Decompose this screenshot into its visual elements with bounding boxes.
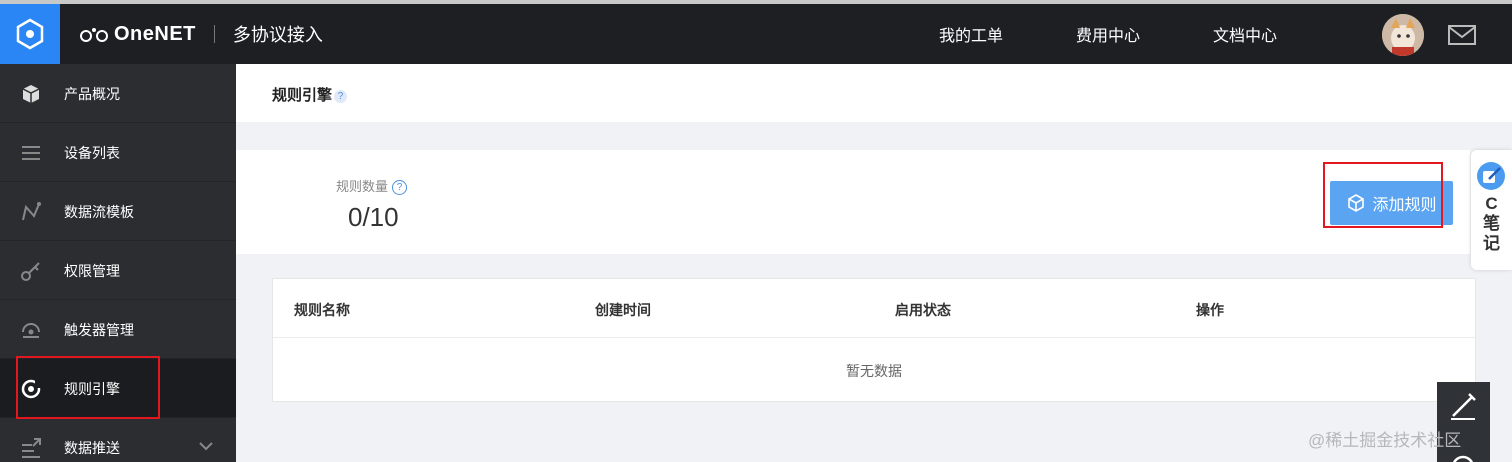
- sidebar-item-label: 产品概况: [64, 86, 120, 102]
- sidebar-item-device-list[interactable]: 设备列表: [0, 123, 236, 182]
- rule-count-label: 规则数量?: [336, 176, 408, 196]
- sidebar-item-label: 设备列表: [64, 145, 120, 161]
- help-icon[interactable]: ?: [392, 180, 408, 196]
- nav-my-tickets[interactable]: 我的工单: [939, 4, 1003, 64]
- product-name: 多协议接入: [232, 25, 323, 45]
- page-header: 规则引擎?: [236, 64, 1512, 122]
- rules-table: 规则名称 创建时间 启用状态 操作 暂无数据: [272, 278, 1476, 402]
- hexagon-logo-icon: [16, 18, 44, 50]
- watermark: @稀土掘金技术社区: [1308, 431, 1462, 450]
- stream-icon: [22, 202, 41, 221]
- column-header-created-time[interactable]: 创建时间: [595, 300, 651, 320]
- chevron-down-icon[interactable]: [198, 438, 214, 454]
- rule-count-label-text: 规则数量: [336, 179, 389, 194]
- key-icon: [21, 262, 40, 281]
- home-logo-button[interactable]: [0, 4, 60, 64]
- brand-divider: [213, 25, 215, 43]
- highlight-box-add-rule: [1323, 162, 1443, 228]
- sidebar-item-trigger[interactable]: 触发器管理: [0, 300, 236, 359]
- avatar-image: [1382, 14, 1424, 56]
- column-header-rule-name[interactable]: 规则名称: [294, 300, 350, 320]
- brand: OneNET 多协议接入: [80, 4, 323, 64]
- note-pen-icon: [1477, 162, 1505, 190]
- sidebar-item-label: 数据推送: [64, 440, 120, 456]
- nav-billing-center[interactable]: 费用中心: [1076, 4, 1140, 64]
- page-title-text: 规则引擎: [272, 87, 333, 104]
- help-icon[interactable]: ?: [334, 89, 348, 103]
- list-icon: [22, 146, 40, 160]
- empty-state-text: 暂无数据: [846, 363, 902, 379]
- sidebar-item-datastream-template[interactable]: 数据流模板: [0, 182, 236, 241]
- pencil-icon[interactable]: [1437, 382, 1490, 422]
- c-note-letter: C: [1485, 194, 1498, 213]
- brand-name: OneNET: [114, 22, 196, 45]
- sidebar-item-label: 权限管理: [64, 263, 120, 279]
- mail-icon[interactable]: [1448, 24, 1476, 46]
- rule-count-card: 规则数量? 0/10: [236, 150, 1470, 254]
- trigger-icon: [22, 323, 40, 338]
- column-header-actions[interactable]: 操作: [1196, 300, 1224, 320]
- sidebar-item-label: 数据流模板: [64, 204, 134, 220]
- onenet-logo[interactable]: OneNET: [80, 23, 196, 46]
- page-title: 规则引擎?: [272, 84, 348, 105]
- onenet-mark-icon: [80, 28, 108, 42]
- push-icon: [22, 438, 41, 458]
- c-note-label: 笔记: [1483, 214, 1500, 253]
- nav-docs-center[interactable]: 文档中心: [1213, 4, 1277, 64]
- sidebar-item-product-overview[interactable]: 产品概况: [0, 64, 236, 123]
- cube-icon: [22, 85, 40, 103]
- sidebar-item-label: 触发器管理: [64, 322, 134, 338]
- table-header-divider: [273, 337, 1475, 338]
- column-header-enabled-status[interactable]: 启用状态: [895, 300, 951, 320]
- c-note-widget[interactable]: C 笔记: [1471, 150, 1512, 270]
- sidebar-item-permission[interactable]: 权限管理: [0, 241, 236, 300]
- rule-count-value: 0/10: [348, 202, 399, 232]
- sidebar-item-data-push[interactable]: 数据推送: [0, 418, 236, 462]
- c-note-text: C 笔记: [1471, 194, 1512, 254]
- top-bar: OneNET 多协议接入 我的工单 费用中心 文档中心: [0, 0, 1512, 64]
- user-avatar[interactable]: [1382, 14, 1424, 56]
- highlight-box-rule-engine: [16, 356, 160, 419]
